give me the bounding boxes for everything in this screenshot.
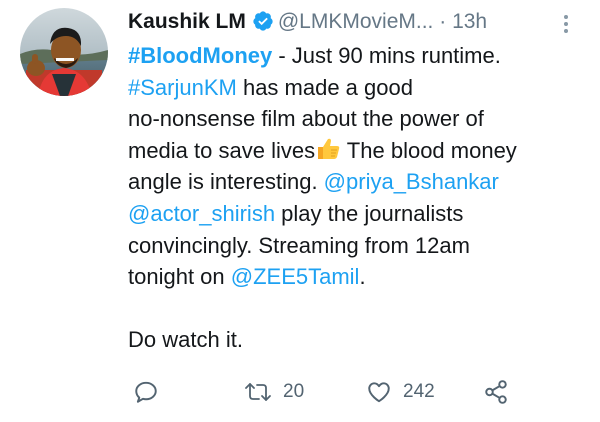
user-handle[interactable]: @LMKMovieM... bbox=[278, 10, 434, 33]
retweet-button[interactable]: 20 bbox=[243, 372, 304, 412]
verified-badge-icon bbox=[252, 10, 274, 42]
avatar[interactable] bbox=[20, 8, 108, 96]
tweet-text: #BloodMoney - Just 90 mins runtime. #Sar… bbox=[128, 40, 588, 356]
tweet-text-line: media to save lives bbox=[128, 137, 316, 163]
tweet-text-line: - Just 90 mins runtime. bbox=[272, 43, 501, 68]
mention-zee5tamil[interactable]: @ZEE5Tamil bbox=[231, 264, 360, 289]
tweet-text-line: no-nonsense film about the power of bbox=[128, 106, 484, 132]
retweet-count: 20 bbox=[283, 381, 305, 402]
tweet-text-line: angle is interesting. bbox=[128, 169, 324, 195]
share-button[interactable] bbox=[483, 372, 509, 412]
tweet-actions: 20 242 bbox=[128, 372, 588, 412]
tweet-text-line: tonight on bbox=[128, 264, 231, 290]
separator-dot: · bbox=[439, 10, 447, 33]
mention-actor-shirish[interactable]: @actor_shirish bbox=[128, 201, 275, 226]
timestamp[interactable]: 13h bbox=[452, 10, 487, 33]
like-count: 242 bbox=[403, 381, 435, 402]
reply-icon bbox=[133, 379, 159, 405]
hashtag-bloodmoney[interactable]: #BloodMoney bbox=[128, 43, 272, 68]
hashtag-sarjunkm[interactable]: #SarjunKM bbox=[128, 75, 237, 100]
tweet-closing: Do watch it. bbox=[128, 327, 243, 353]
more-vertical-icon[interactable] bbox=[555, 12, 577, 41]
user-name[interactable]: Kaushik LM bbox=[128, 10, 246, 33]
tweet-text-line: play the journalists bbox=[275, 200, 464, 226]
share-icon bbox=[483, 379, 509, 405]
tweet-header: Kaushik LM @LMKMovieM... · 13h bbox=[128, 6, 588, 38]
heart-icon bbox=[365, 379, 393, 405]
tweet-text-line: has made a good bbox=[236, 74, 413, 100]
retweet-icon bbox=[243, 379, 273, 405]
reply-button[interactable] bbox=[133, 372, 159, 412]
tweet-text-line: convincingly. Streaming from 12am bbox=[128, 232, 470, 258]
tweet-text-line: The blood money bbox=[341, 137, 517, 163]
like-button[interactable]: 242 bbox=[365, 372, 435, 412]
mention-priya[interactable]: @priya_Bshankar bbox=[324, 169, 499, 194]
thumbs-up-emoji bbox=[315, 136, 341, 162]
tweet-text-line: . bbox=[359, 264, 366, 290]
